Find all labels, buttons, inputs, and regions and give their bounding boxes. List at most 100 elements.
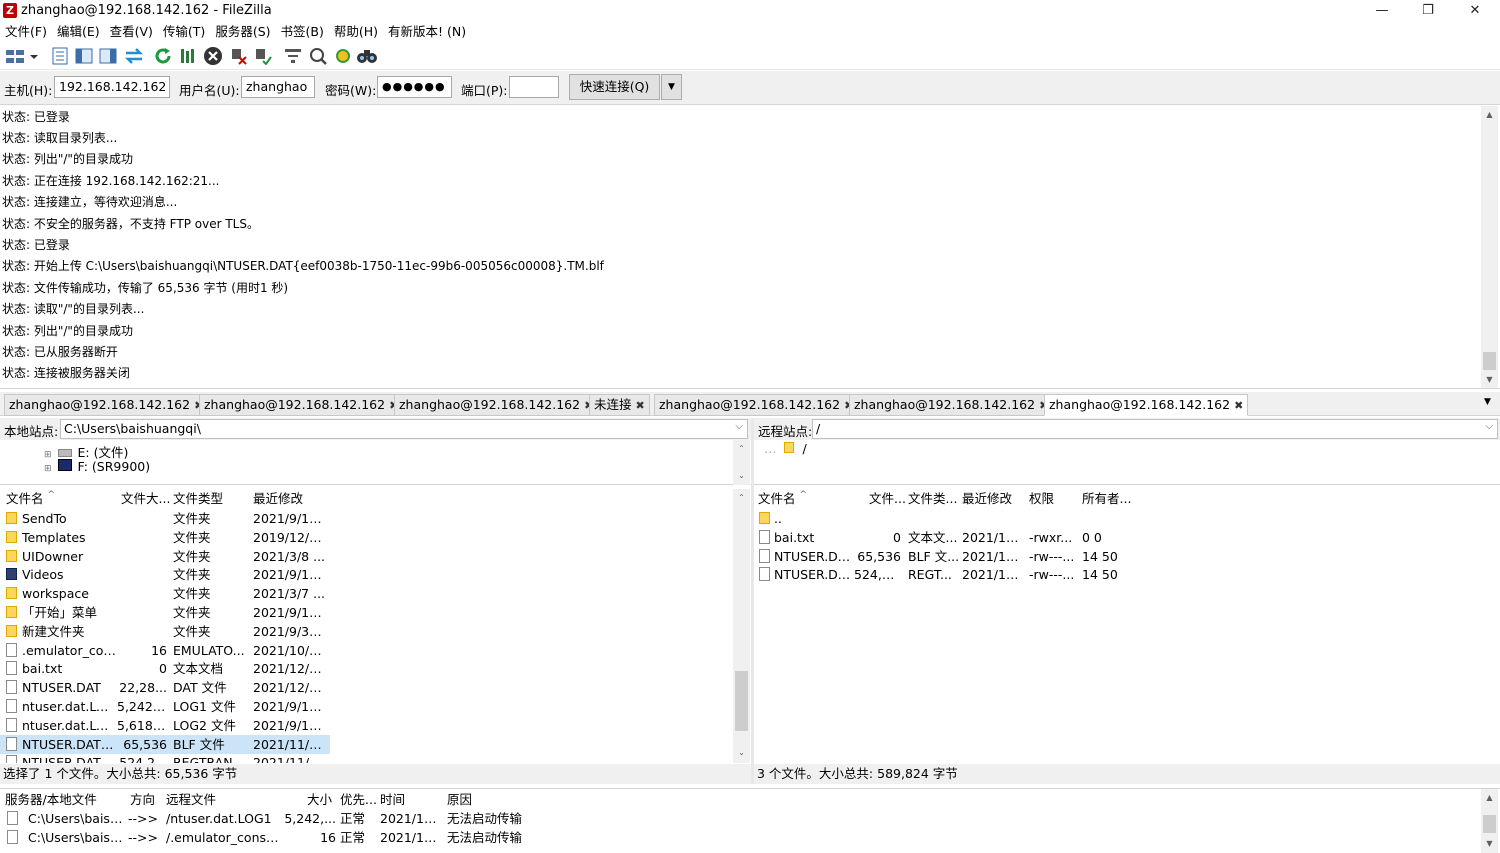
menu-server[interactable]: 服务器(S) <box>215 22 270 42</box>
local-file-row[interactable]: NTUSER.DAT{... 65,536 BLF 文件 2021/11/2... <box>0 734 330 754</box>
remote-file-row[interactable]: bai.txt 0 文本文... 2021/12... -rwxr... 0 0 <box>754 528 1134 547</box>
refresh-icon[interactable] <box>152 45 174 67</box>
scroll-down-icon[interactable]: ⌄ <box>733 467 750 484</box>
site-manager-icon[interactable] <box>3 45 39 67</box>
menu-help[interactable]: 帮助(H) <box>334 22 378 42</box>
scrollbar-thumb[interactable] <box>1483 815 1496 833</box>
menu-view[interactable]: 查看(V) <box>110 22 153 42</box>
scroll-down-icon[interactable]: ▼ <box>1481 371 1498 388</box>
remote-file-row[interactable]: NTUSER.DA... 524,2... REGT... 2021/12... -rw… <box>754 565 1134 584</box>
sync-browse-icon[interactable] <box>332 45 354 67</box>
disconnect-icon[interactable] <box>228 45 250 67</box>
scroll-up-icon[interactable]: ▲ <box>1481 789 1498 806</box>
quickconnect-history-dropdown[interactable]: ▼ <box>661 74 682 100</box>
column-header-name[interactable]: 文件名 ^ <box>758 489 807 509</box>
tab-connection[interactable]: zhanghao@192.168.142.162✖ <box>4 394 209 416</box>
tab-connection[interactable]: zhanghao@192.168.142.162✖ <box>394 394 599 416</box>
minimize-button[interactable]: — <box>1359 0 1405 22</box>
cancel-icon[interactable] <box>202 45 224 67</box>
local-file-row[interactable]: Templates 文件夹 2019/12/7... <box>0 528 330 547</box>
queue-scrollbar[interactable]: ▲ ▼ <box>1481 789 1498 853</box>
column-header-permissions[interactable]: 权限 <box>1029 489 1054 509</box>
toggle-remote-tree-icon[interactable] <box>97 45 119 67</box>
column-header-modified[interactable]: 最近修改 <box>962 489 1012 509</box>
queue-row[interactable]: C:\Users\baish... -->> /.emulator_consol..… <box>0 828 540 847</box>
local-file-row[interactable]: 「开始」菜单 文件夹 2021/9/17... <box>0 603 330 622</box>
scrollbar-thumb[interactable] <box>1483 352 1496 370</box>
directory-filter-icon[interactable] <box>282 45 304 67</box>
local-file-row[interactable]: Videos 文件夹 2021/9/17... <box>0 565 330 584</box>
local-file-row[interactable]: workspace 文件夹 2021/3/7 ... <box>0 584 330 603</box>
username-input[interactable]: zhanghao <box>241 76 315 98</box>
remote-path-input[interactable]: / ⌵ <box>812 419 1498 439</box>
local-file-row[interactable]: bai.txt 0 文本文档 2021/12/1... <box>0 659 330 678</box>
tab-connection[interactable]: 未连接 ✖ <box>589 394 650 416</box>
quickconnect-button[interactable]: 快速连接(Q) <box>569 74 660 100</box>
toggle-log-icon[interactable] <box>49 45 71 67</box>
column-header-name[interactable]: 文件名 ^ <box>6 489 55 509</box>
port-input[interactable] <box>509 76 559 98</box>
tab-connection[interactable]: zhanghao@192.168.142.162✖ <box>199 394 404 416</box>
column-header-type[interactable]: 文件类型 <box>173 489 223 509</box>
chevron-down-icon[interactable]: ⌵ <box>1485 421 1493 432</box>
local-list-scrollbar[interactable]: ⌃ ⌄ <box>733 489 750 763</box>
local-file-row[interactable]: ntuser.dat.LO... 5,618,... LOG2 文件 2021/9/1… <box>0 716 330 735</box>
scroll-up-icon[interactable]: ⌃ <box>733 489 750 506</box>
column-header-modified[interactable]: 最近修改 <box>253 489 303 509</box>
close-icon[interactable]: ✖ <box>636 399 645 412</box>
queue-row[interactable]: C:\Users\baish... -->> /ntuser.dat.LOG1 5,2… <box>0 809 540 828</box>
local-file-row[interactable]: 新建文件夹 文件夹 2021/9/30... <box>0 622 330 641</box>
queue-header-reason[interactable]: 原因 <box>447 790 472 810</box>
compare-icon[interactable] <box>307 45 329 67</box>
local-file-row[interactable]: SendTo 文件夹 2021/9/17... <box>0 509 330 528</box>
queue-header-local[interactable]: 服务器/本地文件 <box>5 790 97 810</box>
tab-list-dropdown-icon[interactable]: ▼ <box>1484 397 1491 407</box>
local-tree-scrollbar[interactable]: ⌃ ⌄ <box>733 440 750 485</box>
scroll-up-icon[interactable]: ⌃ <box>733 440 750 457</box>
password-input[interactable]: ●●●●●● <box>377 76 452 98</box>
queue-header-direction[interactable]: 方向 <box>130 790 155 810</box>
reconnect-icon[interactable] <box>252 45 274 67</box>
toggle-local-tree-icon[interactable] <box>73 45 95 67</box>
queue-header-size[interactable]: 大小 <box>307 790 332 810</box>
restore-button[interactable]: ❐ <box>1405 0 1451 22</box>
remote-file-row[interactable]: NTUSER.DA... 65,536 BLF 文... 2021/12... -rw-… <box>754 547 1134 566</box>
column-header-owner[interactable]: 所有者... <box>1082 489 1131 509</box>
scroll-up-icon[interactable]: ▲ <box>1481 106 1498 123</box>
scroll-down-icon[interactable]: ▼ <box>1481 835 1498 852</box>
local-file-row[interactable]: ntuser.dat.LO... 5,242,... LOG1 文件 2021/9/1… <box>0 697 330 716</box>
close-button[interactable]: ✕ <box>1452 0 1498 22</box>
chevron-down-icon[interactable]: ⌵ <box>735 421 743 432</box>
queue-header-remote[interactable]: 远程文件 <box>166 790 216 810</box>
column-header-type[interactable]: 文件类... <box>908 489 957 509</box>
menu-bookmarks[interactable]: 书签(B) <box>281 22 324 42</box>
scroll-down-icon[interactable]: ⌄ <box>733 744 750 761</box>
menu-file[interactable]: 文件(F) <box>5 22 47 42</box>
close-icon[interactable]: ✖ <box>1234 399 1243 412</box>
tree-item-root[interactable]: … / <box>764 441 807 456</box>
local-file-row[interactable]: UIDowner 文件夹 2021/3/8 ... <box>0 547 330 566</box>
menu-edit[interactable]: 编辑(E) <box>57 22 100 42</box>
menu-new-version[interactable]: 有新版本! (N) <box>388 22 466 42</box>
local-path-input[interactable]: C:\Users\baishuangqi\ ⌵ <box>60 419 748 439</box>
process-queue-icon[interactable] <box>177 45 199 67</box>
search-icon[interactable] <box>356 45 378 67</box>
scrollbar-thumb[interactable] <box>735 671 748 731</box>
expand-icon[interactable]: ⊞ <box>44 464 52 474</box>
queue-header-time[interactable]: 时间 <box>380 790 405 810</box>
local-file-row[interactable]: .emulator_con... 16 EMULATO... 2021/10/1... <box>0 641 330 660</box>
column-header-size[interactable]: 文件大... <box>121 489 170 509</box>
local-file-row[interactable]: NTUSER.DAT 22,28... DAT 文件 2021/12/1... <box>0 678 330 697</box>
remote-file-row[interactable]: .. <box>754 509 1134 528</box>
tab-connection-active[interactable]: zhanghao@192.168.142.162 ✖ <box>1044 394 1249 416</box>
log-scrollbar[interactable]: ▲ ▼ <box>1481 106 1498 388</box>
tree-item-drive-f[interactable]: ⊞ F: (SR9900) <box>44 459 150 474</box>
toggle-queue-icon[interactable] <box>123 45 145 67</box>
queue-header-priority[interactable]: 优先... <box>340 790 377 810</box>
column-header-size[interactable]: 文件... <box>869 489 906 509</box>
tab-connection[interactable]: zhanghao@192.168.142.162✖ <box>849 394 1054 416</box>
tab-connection[interactable]: zhanghao@192.168.142.162✖ <box>654 394 859 416</box>
local-file-row[interactable]: NTUSER.DAT{... 524,2... REGTRANS... 2021/11… <box>0 753 330 763</box>
menu-transfer[interactable]: 传输(T) <box>163 22 205 42</box>
host-input[interactable]: 192.168.142.162 <box>54 76 170 98</box>
